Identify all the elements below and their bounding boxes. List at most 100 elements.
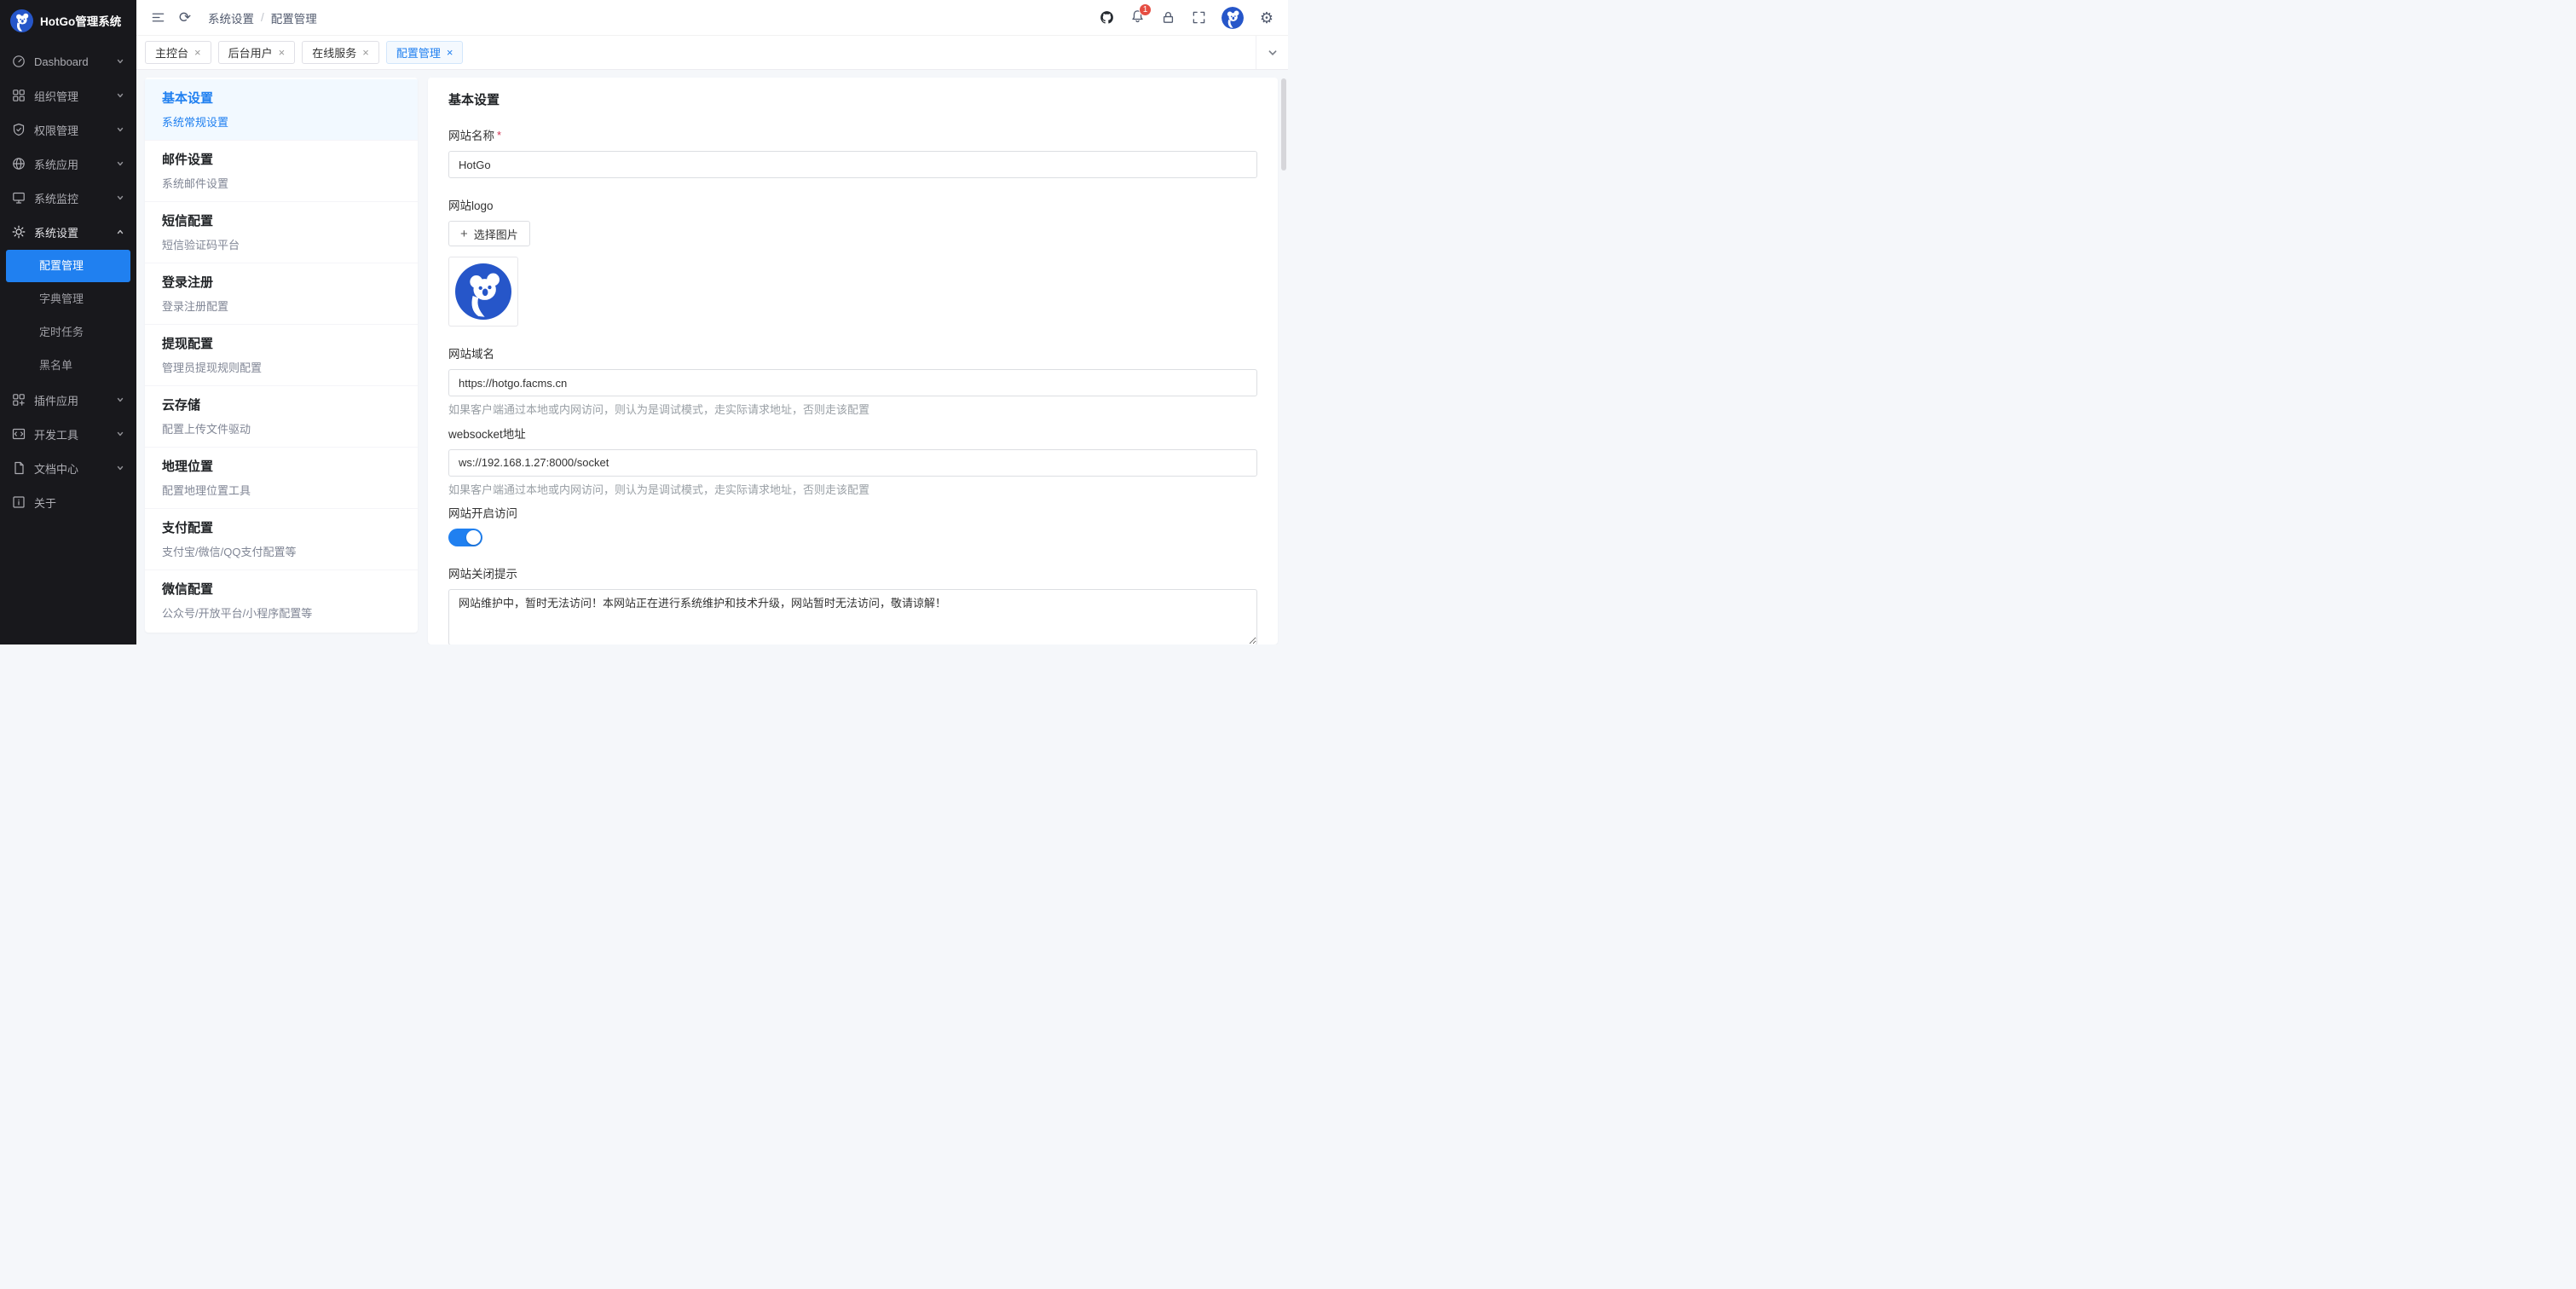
settings-nav-title: 提现配置	[162, 334, 401, 352]
tab-label: 在线服务	[312, 44, 356, 61]
sidebar-subitem-dictionary[interactable]: 字典管理	[6, 283, 130, 315]
sidebar-item-system-settings[interactable]: 系统设置	[0, 215, 136, 249]
settings-nav-cloud-storage[interactable]: 云存储 配置上传文件驱动	[145, 386, 418, 448]
chevron-down-icon	[1268, 48, 1278, 58]
close-icon[interactable]: ×	[362, 47, 369, 58]
sidebar-item-permissions[interactable]: 权限管理	[0, 113, 136, 147]
settings-nav-title: 邮件设置	[162, 150, 401, 168]
sidebar-item-plugins[interactable]: 插件应用	[0, 383, 136, 417]
choose-image-button[interactable]: + 选择图片	[448, 221, 530, 246]
lock-icon[interactable]	[1160, 10, 1175, 26]
sidebar-subitem-blacklist[interactable]: 黑名单	[6, 350, 130, 382]
settings-nav-login[interactable]: 登录注册 登录注册配置	[145, 263, 418, 325]
gear-icon	[12, 225, 26, 239]
breadcrumb-item[interactable]: 系统设置	[208, 9, 254, 26]
sidebar-item-label: 权限管理	[34, 122, 107, 138]
sidebar-item-system-apps[interactable]: 系统应用	[0, 147, 136, 181]
header: ⟳ 系统设置 / 配置管理 1	[136, 0, 1288, 36]
settings-nav-withdraw[interactable]: 提现配置 管理员提现规则配置	[145, 325, 418, 386]
settings-nav-title: 地理位置	[162, 457, 401, 475]
settings-nav-title: 短信配置	[162, 211, 401, 229]
settings-nav-geo[interactable]: 地理位置 配置地理位置工具	[145, 448, 418, 509]
site-domain-input[interactable]	[448, 369, 1257, 396]
sidebar-subitem-label: 定时任务	[39, 318, 84, 347]
sidebar-item-monitoring[interactable]: 系统监控	[0, 181, 136, 215]
breadcrumb-item[interactable]: 配置管理	[271, 9, 317, 26]
tab-online-service[interactable]: 在线服务 ×	[302, 41, 379, 64]
sidebar-item-organization[interactable]: 组织管理	[0, 78, 136, 113]
choose-image-label: 选择图片	[474, 226, 518, 242]
site-open-label: 网站开启访问	[448, 504, 1257, 521]
settings-gear-icon[interactable]: ⚙	[1259, 10, 1274, 26]
tab-label: 主控台	[155, 44, 188, 61]
menu-fold-icon[interactable]	[150, 10, 165, 26]
settings-nav-title: 云存储	[162, 396, 401, 413]
refresh-icon[interactable]: ⟳	[177, 10, 193, 26]
scrollbar[interactable]	[1281, 78, 1286, 171]
close-icon[interactable]: ×	[447, 47, 453, 58]
tab-config-management[interactable]: 配置管理 ×	[386, 41, 464, 64]
settings-nav-subtitle: 配置上传文件驱动	[162, 420, 401, 436]
sidebar-subitem-label: 字典管理	[39, 285, 84, 314]
tab-dashboard[interactable]: 主控台 ×	[145, 41, 211, 64]
chevron-down-icon	[116, 57, 124, 66]
settings-nav-email[interactable]: 邮件设置 系统邮件设置	[145, 141, 418, 202]
websocket-help: 如果客户端通过本地或内网访问，则认为是调试模式，走实际请求地址，否则走该配置	[448, 483, 1257, 498]
websocket-input[interactable]	[448, 449, 1257, 477]
close-icon[interactable]: ×	[279, 47, 286, 58]
sidebar-item-docs[interactable]: 文档中心	[0, 451, 136, 485]
sidebar-submenu-system-settings: 配置管理 字典管理 定时任务 黑名单	[0, 250, 136, 382]
sidebar-item-label: 组织管理	[34, 88, 107, 104]
chevron-down-icon	[116, 91, 124, 100]
app-logo[interactable]: HotGo管理系统	[0, 0, 136, 41]
site-name-input[interactable]	[448, 151, 1257, 178]
settings-nav-sms[interactable]: 短信配置 短信验证码平台	[145, 202, 418, 263]
main-area: ⟳ 系统设置 / 配置管理 1	[136, 0, 1288, 644]
notifications[interactable]: 1	[1129, 9, 1145, 26]
sidebar-item-about[interactable]: 关于	[0, 485, 136, 519]
avatar[interactable]	[1222, 7, 1244, 29]
websocket-label: websocket地址	[448, 425, 1257, 442]
notification-badge: 1	[1139, 3, 1152, 16]
tab-backend-users[interactable]: 后台用户 ×	[218, 41, 296, 64]
close-tip-textarea[interactable]: 网站维护中，暂时无法访问！本网站正在进行系统维护和技术升级，网站暂时无法访问，敬…	[448, 589, 1257, 644]
tab-label: 配置管理	[396, 44, 441, 61]
sidebar-subitem-label: 配置管理	[39, 251, 84, 280]
settings-nav-card: 基本设置 系统常规设置 邮件设置 系统邮件设置 短信配置 短信验证码平台 登录注…	[145, 78, 418, 633]
site-logo-image[interactable]	[448, 257, 518, 327]
code-icon	[12, 427, 26, 441]
sidebar-item-label: 系统监控	[34, 190, 107, 206]
settings-nav-wechat[interactable]: 微信配置 公众号/开放平台/小程序配置等	[145, 570, 418, 631]
shield-icon	[12, 123, 26, 136]
form-title: 基本设置	[448, 90, 1257, 108]
breadcrumb: 系统设置 / 配置管理	[208, 9, 317, 26]
settings-nav-subtitle: 管理员提现规则配置	[162, 359, 401, 375]
plugin-icon	[12, 393, 26, 407]
fullscreen-icon[interactable]	[1191, 10, 1206, 26]
monitor-icon	[12, 191, 26, 205]
site-open-toggle[interactable]	[448, 529, 482, 546]
site-logo-label: 网站logo	[448, 196, 1257, 213]
sidebar-subitem-config-management[interactable]: 配置管理	[6, 250, 130, 282]
settings-nav-subtitle: 公众号/开放平台/小程序配置等	[162, 604, 401, 621]
settings-nav-subtitle: 支付宝/微信/QQ支付配置等	[162, 543, 401, 559]
tab-label: 后台用户	[228, 44, 273, 61]
settings-nav-basic[interactable]: 基本设置 系统常规设置	[145, 79, 418, 141]
settings-nav-title: 支付配置	[162, 518, 401, 536]
github-icon[interactable]	[1099, 10, 1114, 26]
settings-nav-subtitle: 配置地理位置工具	[162, 482, 401, 498]
close-icon[interactable]: ×	[194, 47, 201, 58]
settings-nav-title: 微信配置	[162, 580, 401, 598]
sidebar-item-dashboard[interactable]: Dashboard	[0, 44, 136, 78]
sidebar-item-dev-tools[interactable]: 开发工具	[0, 417, 136, 451]
organization-icon	[12, 89, 26, 102]
settings-nav-title: 基本设置	[162, 89, 401, 107]
settings-nav-payment[interactable]: 支付配置 支付宝/微信/QQ支付配置等	[145, 509, 418, 570]
sidebar-subitem-scheduled-tasks[interactable]: 定时任务	[6, 316, 130, 349]
settings-nav-title: 登录注册	[162, 273, 401, 291]
settings-nav-subtitle: 登录注册配置	[162, 298, 401, 314]
chevron-down-icon	[116, 396, 124, 404]
settings-nav-subtitle: 短信验证码平台	[162, 236, 401, 252]
sidebar: HotGo管理系统 Dashboard 组织管理	[0, 0, 136, 644]
tab-options-button[interactable]	[1256, 36, 1288, 69]
